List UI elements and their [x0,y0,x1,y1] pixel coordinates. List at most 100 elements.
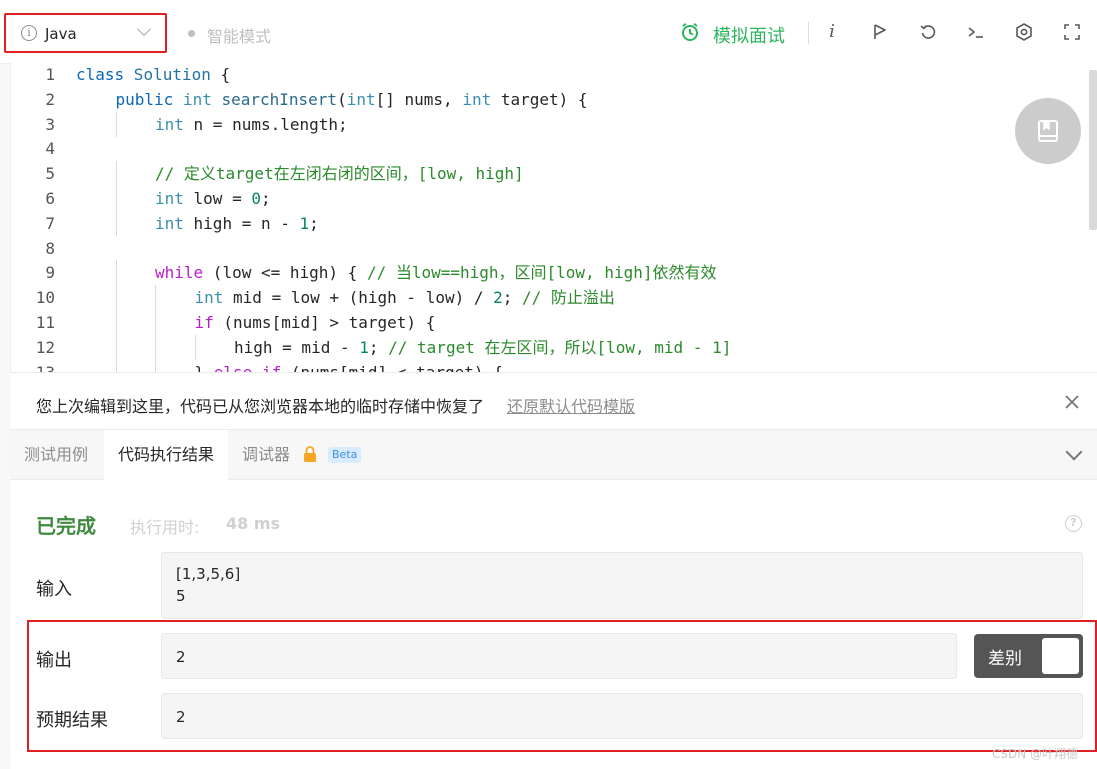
code-text: public int searchInsert(int[] nums, int … [116,87,588,112]
code-token: searchInsert [211,89,338,109]
smart-mode-toggle[interactable]: 智能模式 [207,23,271,47]
code-token: Solution [124,65,211,84]
lock-icon [303,446,317,462]
code-line: 11 if (nums[mid] > target) { [11,310,1091,335]
code-token: ; [309,213,319,233]
close-icon[interactable] [1063,393,1081,411]
status-text: 已完成 [36,514,96,538]
code-token: int [194,288,224,308]
problem-info-icon[interactable]: i [822,22,842,42]
code-token: // 当low==high，区间[low, high]依然有效 [366,263,717,283]
terminal-icon[interactable] [966,22,986,42]
line-number: 11 [35,313,55,332]
code-text: while (low <= high) { // 当low==high，区间[l… [155,260,717,285]
code-token: ; [368,337,389,357]
code-token: int [155,189,184,208]
code-token: else if [214,363,281,372]
restore-notice-message: 您上次编辑到这里，代码已从您浏览器本地的临时存储中恢复了 [36,397,485,416]
alarm-clock-icon[interactable] [680,22,700,42]
code-text: int high = n - 1; [155,211,319,236]
restore-notice: 您上次编辑到这里，代码已从您浏览器本地的临时存储中恢复了 还原默认代码模版 [10,372,1097,430]
code-token: 1 [299,213,310,233]
restore-default-code-link[interactable]: 还原默认代码模版 [507,393,635,417]
execution-result-panel: 已完成 执行用时: 48 ms ? 输入 [1,3,5,6] 5 输出 2 差别… [10,480,1097,769]
code-token: (nums[mid] > target) { [213,313,436,332]
indent-guide [155,359,156,372]
editor-toolbar: i Java 智能模式 模拟面试 i [0,0,1097,64]
tab-debugger[interactable]: 调试器 [242,430,302,480]
indent-guide [115,359,117,372]
output-value: 2 [176,648,186,666]
line-number: 8 [45,238,55,258]
run-flag-icon[interactable] [870,22,890,42]
toolbar-divider [808,22,809,44]
code-token: 2 [493,288,503,308]
diff-label: 差别 [988,649,1022,669]
code-token: int [155,213,184,233]
language-select[interactable]: i Java [4,13,167,53]
mock-interview-button[interactable]: 模拟面试 [713,22,785,48]
code-token: int [346,89,376,109]
leetcode-editor-page: i Java 智能模式 模拟面试 i 1 class Solution {2 pub… [0,0,1097,769]
reset-icon[interactable] [918,22,938,42]
runtime-value: 48 ms [226,514,281,533]
code-line: 6 int low = 0; [11,186,1091,211]
code-editor[interactable]: 1 class Solution {2 public int searchInser… [10,62,1097,372]
code-token: ; [502,288,523,308]
code-token: // 定义target在左闭右闭的区间，[low, high] [155,164,524,184]
code-token: high = n - [183,213,300,233]
code-token: if [194,313,214,332]
expected-value: 2 [176,708,186,726]
fullscreen-icon[interactable] [1062,22,1082,42]
line-number: 6 [45,189,55,208]
code-token: int [173,89,212,109]
mode-status-dot [188,30,195,37]
beta-badge: Beta [328,447,362,463]
code-token: [] nums, [375,89,463,109]
code-token: mid = low + (high - low) / [223,288,494,308]
line-number: 10 [35,288,55,308]
code-token: int [462,89,492,109]
code-line: 7 int high = n - 1; [11,210,1091,236]
tab-testcases[interactable]: 测试用例 [10,430,102,480]
line-number: 1 [45,65,55,84]
notes-button[interactable] [1015,98,1081,164]
code-token: public [115,89,174,109]
code-token: int [155,114,184,134]
diff-toggle[interactable]: 差别 [974,634,1083,678]
language-label: Java [45,25,77,43]
line-number: 7 [45,213,55,233]
code-text: int mid = low + (high - low) / 2; // 防止溢… [195,285,615,310]
code-text: } else if (nums[mid] < target) { [195,360,503,372]
code-line: 1 class Solution { [11,62,1091,87]
indent-guide [115,161,117,187]
code-line: 8 [11,236,1091,261]
tab-execution-result[interactable]: 代码执行结果 [104,430,228,480]
output-label: 输出 [36,650,72,671]
line-number: 13 [11,360,55,372]
code-line: 2 public int searchInsert(int[] nums, int… [11,87,1091,112]
line-number: 12 [35,337,55,357]
input-line: 5 [176,587,186,605]
code-token: high = mid - [234,337,360,357]
code-token: (nums[mid] < target) { [281,363,503,372]
toggle-knob [1042,638,1079,674]
code-token: } [195,363,214,372]
code-token: n = nums.length; [183,114,348,134]
code-token: ( [337,89,347,109]
output-box: 2 [161,633,957,679]
code-token: { [210,65,231,84]
expected-label: 预期结果 [36,710,108,731]
indent-guide [115,260,117,286]
info-circle-icon: i [21,25,37,41]
code-line: 13} else if (nums[mid] < target) { [11,359,1091,372]
code-line: 3 int n = nums.length; [11,111,1091,137]
settings-icon[interactable] [1014,22,1034,42]
help-icon[interactable]: ? [1065,515,1082,532]
code-token: class [76,65,125,84]
editor-scrollbar[interactable] [1089,70,1097,230]
code-token: target) { [491,89,588,109]
expected-box: 2 [161,693,1083,739]
code-line: 5 // 定义target在左闭右闭的区间，[low, high] [11,161,1091,187]
chevron-down-icon[interactable] [1065,443,1083,461]
